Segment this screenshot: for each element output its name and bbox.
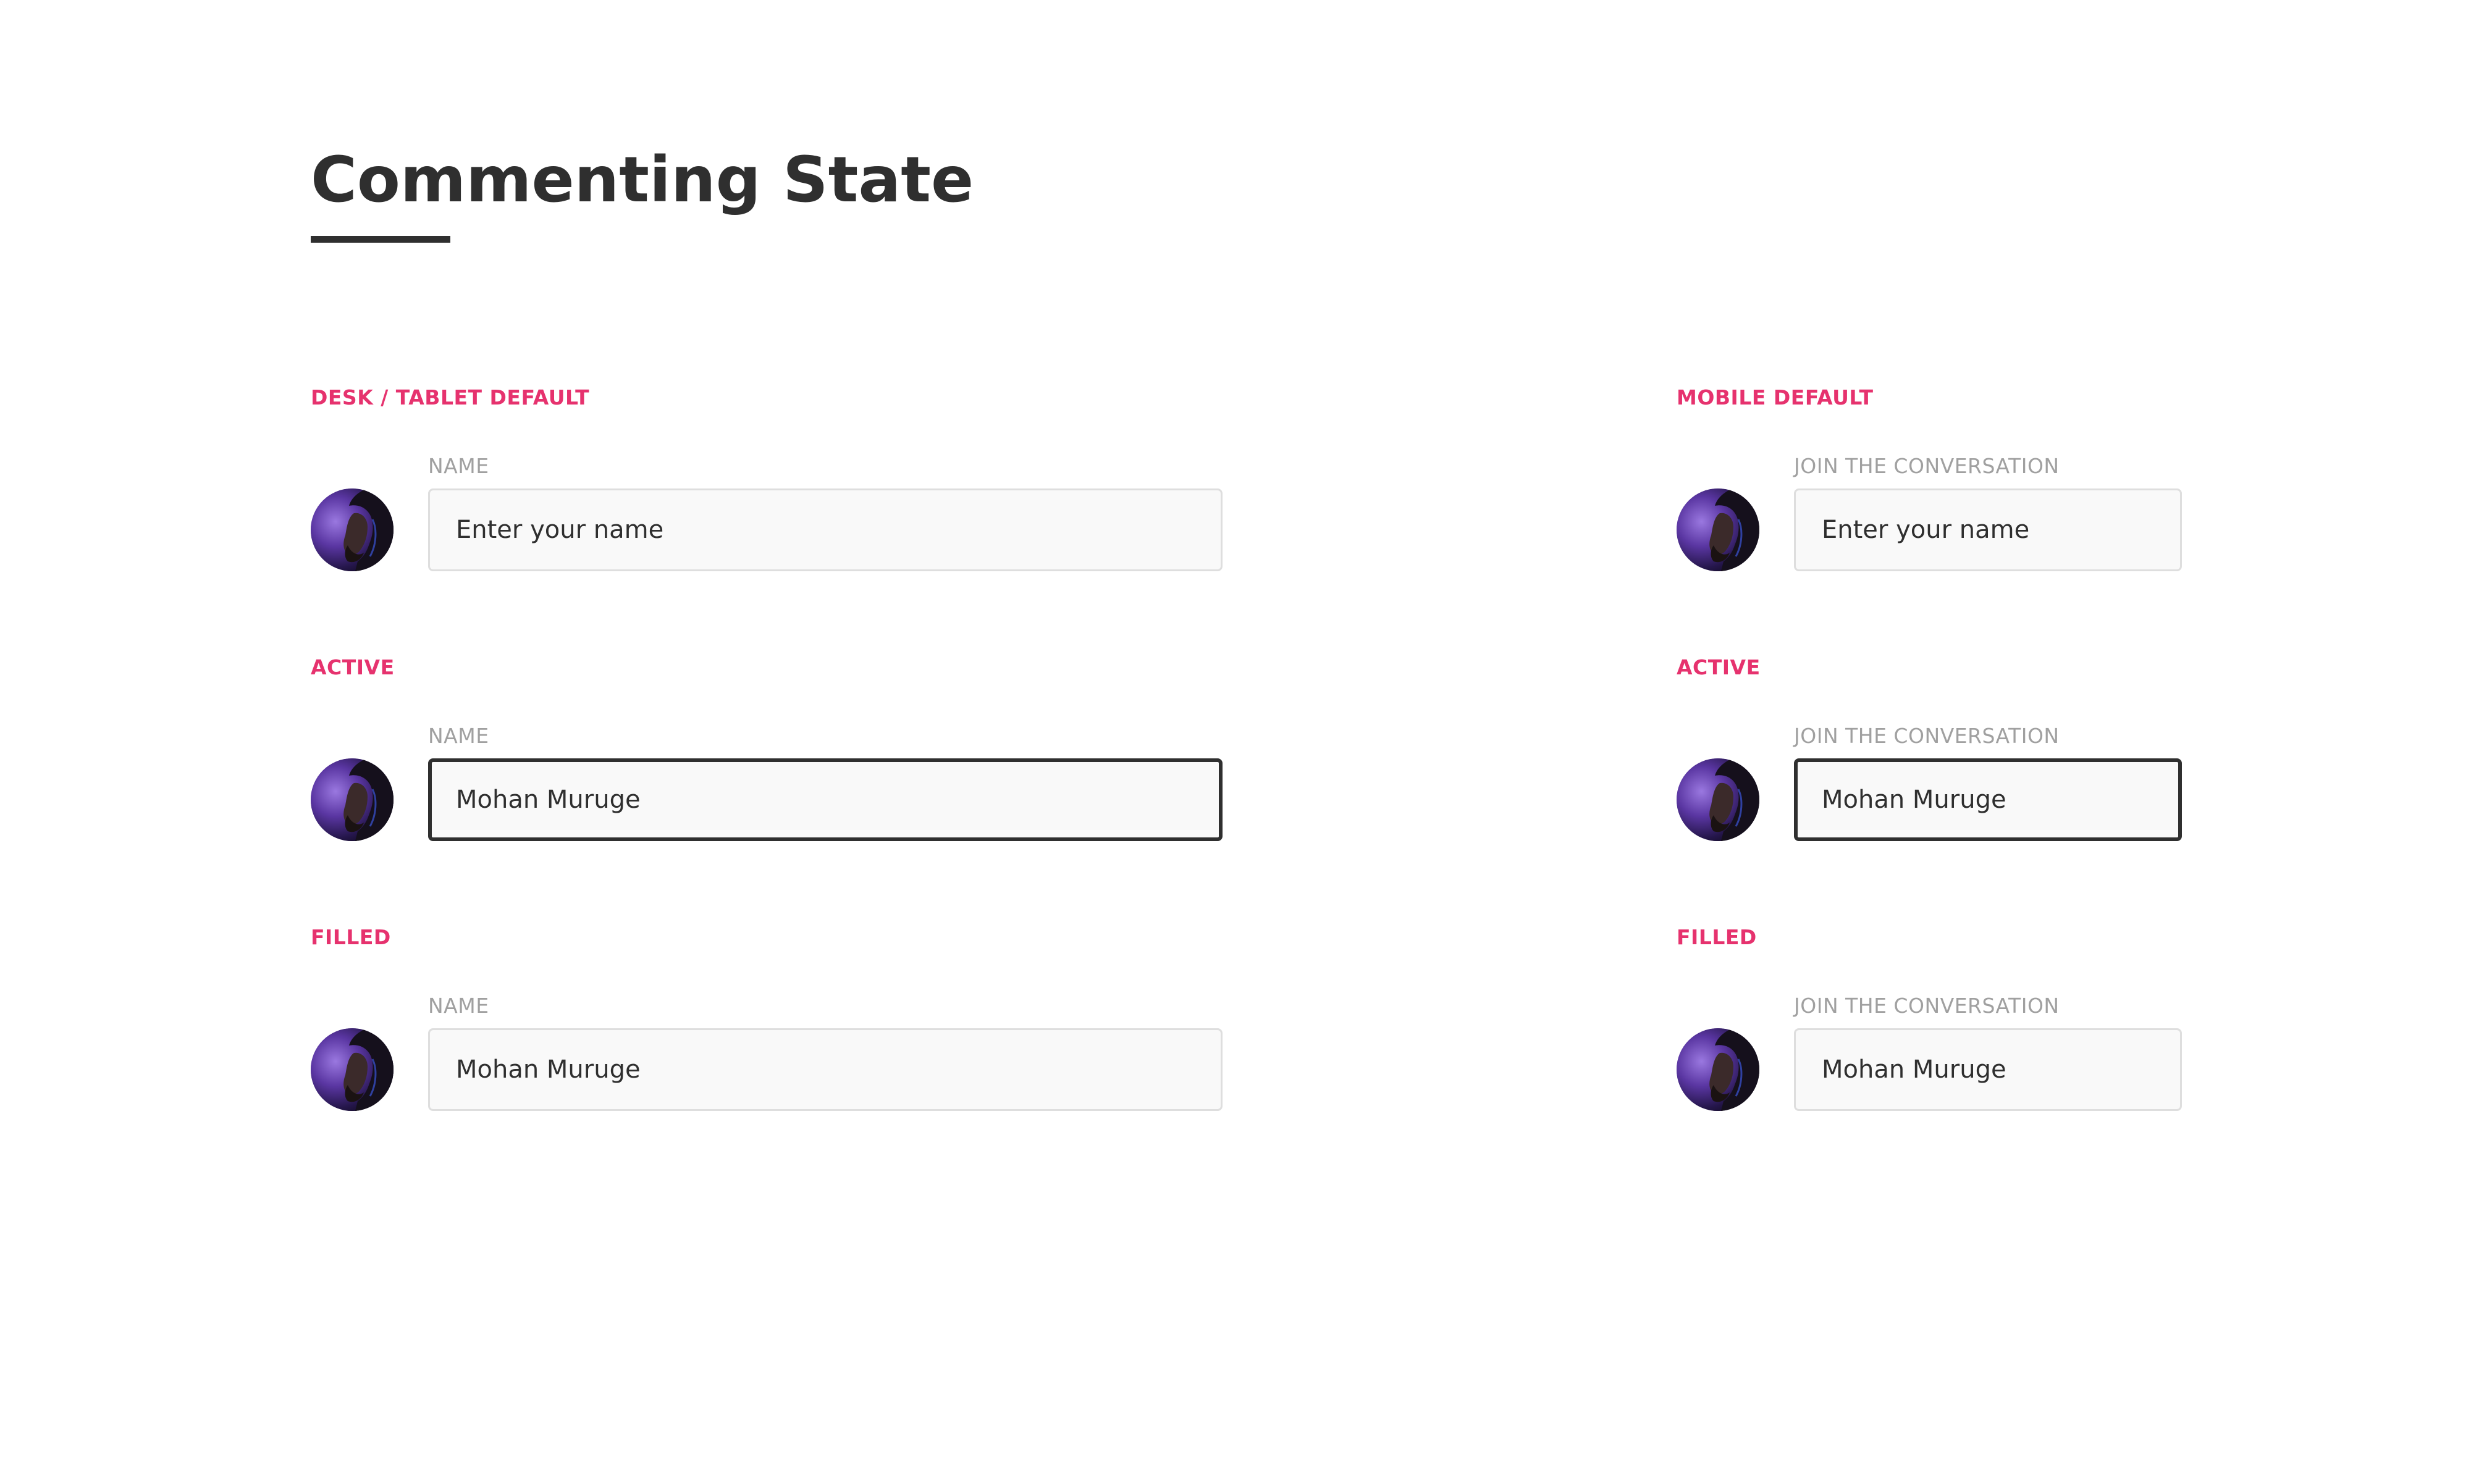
user-avatar (1677, 488, 1759, 571)
section-label-desk-active: ACTIVE (311, 655, 395, 679)
page-title: Commenting State (311, 143, 974, 217)
name-input-active[interactable] (428, 758, 1223, 841)
name-input-filled[interactable] (428, 1028, 1223, 1111)
section-label-desk-default: DESK / TABLET DEFAULT (311, 385, 590, 409)
name-input-mobile[interactable] (1794, 488, 2182, 571)
field-label-join-conversation: JOIN THE CONVERSATION (1794, 454, 2060, 478)
avatar-photo-icon (311, 1028, 394, 1111)
avatar-photo-icon (1677, 758, 1759, 841)
user-avatar (1677, 758, 1759, 841)
field-label-name: NAME (428, 994, 489, 1018)
section-label-desk-filled: FILLED (311, 925, 391, 949)
user-avatar (311, 758, 394, 841)
user-avatar (311, 1028, 394, 1111)
section-label-mobile-default: MOBILE DEFAULT (1677, 385, 1874, 409)
field-label-name: NAME (428, 454, 489, 478)
mobile-filled-state: FILLED JOIN THE CONVERSATION (1677, 923, 2471, 1170)
user-avatar (1677, 1028, 1759, 1111)
avatar-photo-icon (311, 488, 394, 571)
desk-active-state: ACTIVE NAME (311, 653, 1237, 900)
title-underline (311, 236, 450, 243)
section-label-mobile-filled: FILLED (1677, 925, 1757, 949)
field-label-name: NAME (428, 724, 489, 748)
field-label-join-conversation: JOIN THE CONVERSATION (1794, 724, 2060, 748)
field-label-join-conversation: JOIN THE CONVERSATION (1794, 994, 2060, 1018)
avatar-photo-icon (1677, 488, 1759, 571)
mobile-default-state: MOBILE DEFAULT JOIN THE CONVERSATION Ent… (1677, 383, 2471, 630)
name-input[interactable] (428, 488, 1223, 571)
desk-default-state: DESK / TABLET DEFAULT NAME (311, 383, 1237, 630)
user-avatar (311, 488, 394, 571)
avatar-photo-icon (1677, 1028, 1759, 1111)
avatar-photo-icon (311, 758, 394, 841)
name-input-mobile-active[interactable] (1794, 758, 2182, 841)
mobile-active-state: ACTIVE JOIN THE CONVERSATION (1677, 653, 2471, 900)
section-label-mobile-active: ACTIVE (1677, 655, 1761, 679)
name-input-mobile-filled[interactable] (1794, 1028, 2182, 1111)
desk-filled-state: FILLED NAME (311, 923, 1237, 1170)
